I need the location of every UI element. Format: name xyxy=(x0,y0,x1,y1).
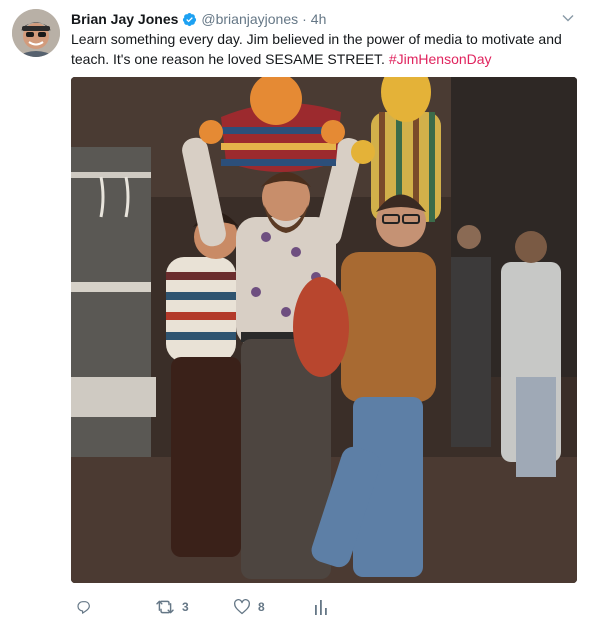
analytics-icon xyxy=(315,600,327,615)
separator-dot: · xyxy=(302,11,307,27)
author-handle[interactable]: @brianjayjones xyxy=(201,11,298,27)
analytics-button[interactable] xyxy=(314,597,328,617)
verified-badge-icon xyxy=(183,12,197,26)
tweet-actions: 3 8 xyxy=(71,597,576,617)
author-name[interactable]: Brian Jay Jones xyxy=(71,11,178,27)
avatar[interactable] xyxy=(12,9,60,57)
tweet-header: Brian Jay Jones @brianjayjones · 4h xyxy=(71,9,326,29)
chevron-down-icon[interactable] xyxy=(562,12,574,24)
like-count: 8 xyxy=(258,600,265,614)
tweet-timestamp[interactable]: 4h xyxy=(311,11,327,27)
retweet-button[interactable]: 3 xyxy=(155,597,189,617)
reply-icon xyxy=(77,601,90,614)
avatar-image xyxy=(12,9,60,57)
tweet-photo[interactable] xyxy=(71,77,577,583)
like-icon xyxy=(234,599,250,615)
photo-image xyxy=(71,77,577,583)
tweet-text: Learn something every day. Jim believed … xyxy=(71,29,576,69)
reply-button[interactable] xyxy=(76,597,99,617)
tweet: Brian Jay Jones @brianjayjones · 4h Lear… xyxy=(0,0,590,625)
retweet-icon xyxy=(156,600,174,614)
hashtag-link[interactable]: #JimHensonDay xyxy=(389,51,492,67)
like-button[interactable]: 8 xyxy=(233,597,265,617)
retweet-count: 3 xyxy=(182,600,189,614)
